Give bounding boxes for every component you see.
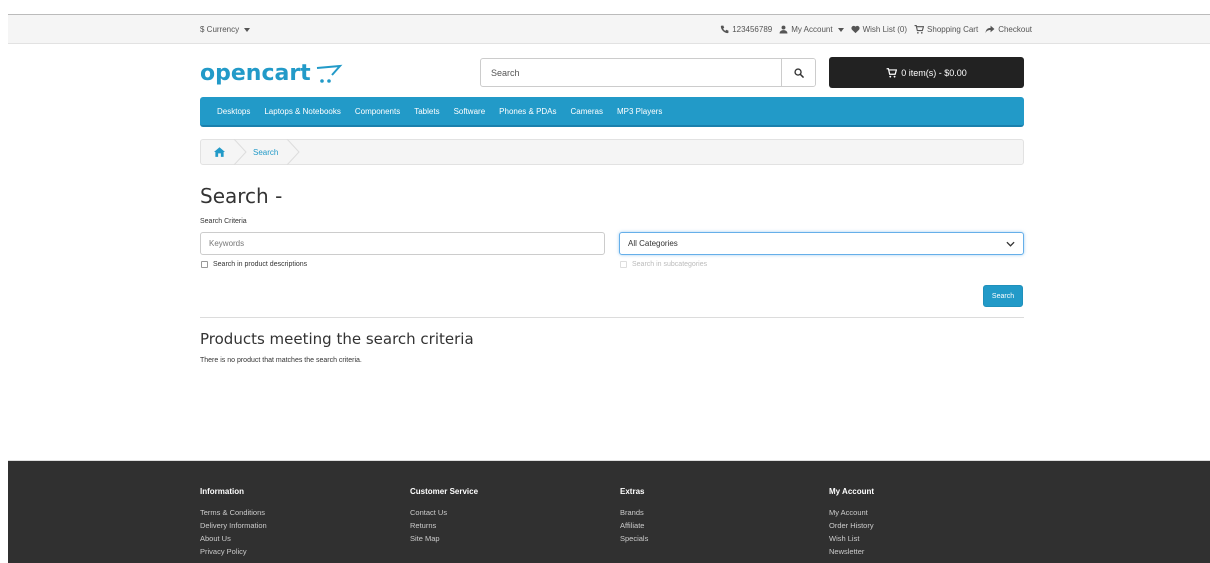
opencart-logo: opencart xyxy=(200,61,343,86)
results-heading: Products meeting the search criteria xyxy=(200,330,474,348)
footer-link[interactable]: Affiliate xyxy=(620,519,648,532)
header-search xyxy=(480,58,816,87)
footer-link[interactable]: Privacy Policy xyxy=(200,545,267,558)
shopping-cart-icon xyxy=(914,25,925,34)
category-select[interactable]: All Categories xyxy=(619,232,1024,255)
keywords-input[interactable] xyxy=(200,232,605,255)
checkout-link[interactable]: Checkout xyxy=(985,25,1032,34)
footer-link[interactable]: Delivery Information xyxy=(200,519,267,532)
search-descriptions-label: Search in product descriptions xyxy=(213,261,308,268)
main-menu: Desktops Laptops & Notebooks Components … xyxy=(200,97,1024,127)
footer-link[interactable]: About Us xyxy=(200,532,267,545)
caret-down-icon xyxy=(244,27,251,32)
my-account-label: My Account xyxy=(791,25,833,34)
footer-column-extras: Extras Brands Affiliate Specials xyxy=(620,487,648,545)
logo[interactable]: opencart xyxy=(200,59,350,87)
footer-link[interactable]: Order History xyxy=(829,519,874,532)
menu-item-components[interactable]: Components xyxy=(348,107,407,116)
search-submit-button[interactable]: Search xyxy=(983,285,1023,307)
menu-item-tablets[interactable]: Tablets xyxy=(407,107,446,116)
currency-label: $ Currency xyxy=(200,25,240,34)
heart-icon xyxy=(851,25,860,34)
shopping-cart-link[interactable]: Shopping Cart xyxy=(914,25,978,34)
breadcrumb-separator xyxy=(233,139,247,165)
caret-down-icon xyxy=(837,27,844,32)
phone-icon xyxy=(721,25,729,34)
wishlist-label: Wish List (0) xyxy=(862,25,908,34)
footer-link[interactable]: Returns xyxy=(410,519,478,532)
footer-link[interactable]: Wish List xyxy=(829,532,874,545)
search-descriptions-checkbox[interactable] xyxy=(201,261,208,268)
currency-dropdown[interactable]: $ Currency xyxy=(200,25,251,34)
my-account-dropdown[interactable]: My Account xyxy=(779,25,844,34)
top-bar: $ Currency 123456789 My Account Wish Lis… xyxy=(8,15,1210,44)
footer-heading: Extras xyxy=(620,487,645,496)
footer-link[interactable]: Terms & Conditions xyxy=(200,506,267,519)
divider xyxy=(200,317,1024,318)
user-icon xyxy=(779,25,788,34)
wishlist-link[interactable]: Wish List (0) xyxy=(851,25,907,34)
menu-item-laptops[interactable]: Laptops & Notebooks xyxy=(257,107,348,116)
phone-link[interactable]: 123456789 xyxy=(720,25,772,34)
share-arrow-icon xyxy=(985,25,995,34)
svg-text:opencart: opencart xyxy=(200,61,311,86)
shopping-cart-icon xyxy=(886,67,898,78)
menu-item-desktops[interactable]: Desktops xyxy=(210,107,257,116)
search-input[interactable] xyxy=(481,59,781,86)
breadcrumb: Search xyxy=(200,139,1024,165)
footer-link[interactable]: Brands xyxy=(620,506,648,519)
search-descriptions-option: Search in product descriptions xyxy=(201,261,307,268)
footer-link[interactable]: Site Map xyxy=(410,532,478,545)
breadcrumb-separator xyxy=(286,139,301,165)
search-subcategories-option: Search in subcategories xyxy=(620,261,707,268)
menu-item-mp3[interactable]: MP3 Players xyxy=(610,107,669,116)
checkout-label: Checkout xyxy=(998,25,1032,34)
shopping-cart-label: Shopping Cart xyxy=(927,25,979,34)
chevron-down-icon xyxy=(1006,241,1015,247)
footer-link[interactable]: Contact Us xyxy=(410,506,478,519)
footer-heading: Customer Service xyxy=(410,487,479,496)
category-selected-value: All Categories xyxy=(628,239,678,248)
footer-heading: Information xyxy=(200,487,244,496)
footer-link[interactable]: Newsletter xyxy=(829,545,874,558)
search-subcategories-checkbox[interactable] xyxy=(620,261,627,268)
search-subcategories-label: Search in subcategories xyxy=(632,261,708,268)
cart-button[interactable]: 0 item(s) - $0.00 xyxy=(829,57,1024,88)
footer-link[interactable]: Specials xyxy=(620,532,648,545)
search-icon xyxy=(793,67,804,78)
menu-item-phones[interactable]: Phones & PDAs xyxy=(492,107,563,116)
search-button[interactable] xyxy=(781,59,815,86)
menu-item-software[interactable]: Software xyxy=(447,107,493,116)
footer-column-customer-service: Customer Service Contact Us Returns Site… xyxy=(410,487,478,545)
footer-column-my-account: My Account My Account Order History Wish… xyxy=(829,487,874,558)
footer-heading: My Account xyxy=(829,487,875,496)
breadcrumb-search-link[interactable]: Search xyxy=(253,148,278,157)
cart-total: 0 item(s) - $0.00 xyxy=(901,67,967,78)
no-results-message: There is no product that matches the sea… xyxy=(200,357,362,364)
search-criteria-label: Search Criteria xyxy=(200,218,247,225)
footer-link[interactable]: My Account xyxy=(829,506,874,519)
menu-item-cameras[interactable]: Cameras xyxy=(564,107,610,116)
footer-column-information: Information Terms & Conditions Delivery … xyxy=(200,487,267,558)
home-icon[interactable] xyxy=(213,146,225,158)
phone-number: 123456789 xyxy=(732,25,773,34)
footer: Information Terms & Conditions Delivery … xyxy=(8,460,1210,563)
page-title: Search - xyxy=(200,184,283,208)
